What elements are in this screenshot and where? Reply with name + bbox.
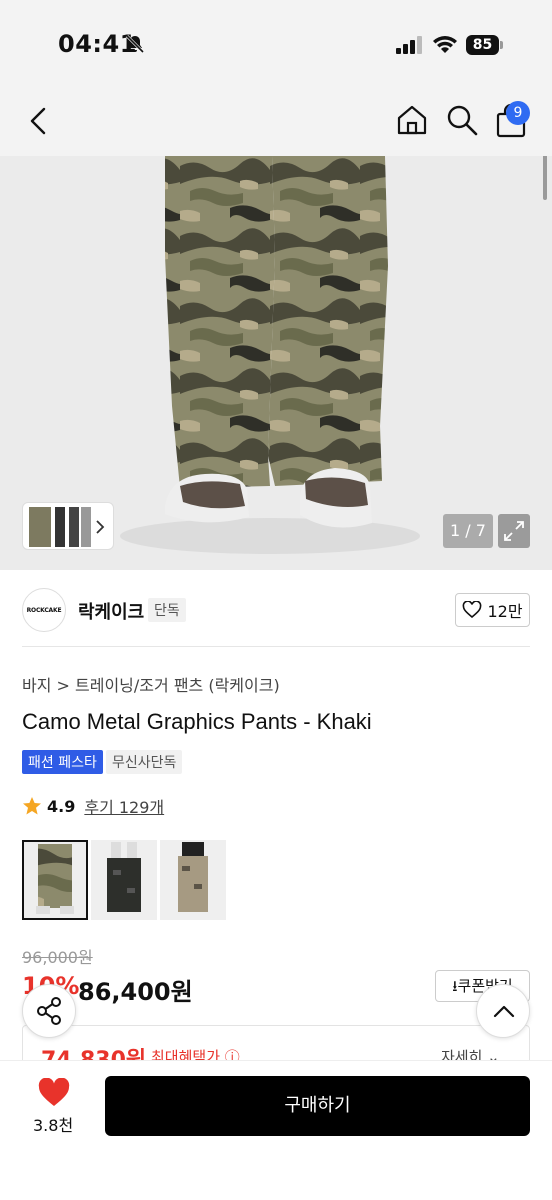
battery-level: 85 <box>466 35 499 55</box>
cart-count-badge: 9 <box>506 101 530 125</box>
favorite-count: 3.8천 <box>33 1116 74 1135</box>
like-button[interactable]: 12만 <box>455 593 530 627</box>
scroll-to-top-button[interactable] <box>476 984 530 1038</box>
brand-name[interactable]: 락케이크 <box>78 598 144 624</box>
max-benefit-row[interactable]: 74,830원 최대혜택가 ⓘ 자세히 ⌄ <box>22 1025 530 1065</box>
option-khaki-image <box>24 842 86 918</box>
top-nav <box>0 88 552 156</box>
home-icon[interactable] <box>394 102 430 138</box>
color-option-black[interactable] <box>91 840 157 920</box>
chevron-up-icon <box>493 1005 515 1018</box>
buy-button[interactable]: 구매하기 <box>105 1076 530 1136</box>
option-beige-image <box>160 840 226 920</box>
sale-price: 86,400원 <box>78 978 193 1006</box>
heart-outline-icon <box>463 601 482 619</box>
star-icon <box>23 797 41 815</box>
color-option-beige[interactable] <box>160 840 226 920</box>
page-scrollbar[interactable] <box>543 156 547 200</box>
image-counter: 1 / 7 <box>443 514 493 548</box>
share-icon <box>37 997 61 1025</box>
fashion-festa-badge: 패션 페스타 <box>22 750 103 774</box>
brand-logo[interactable]: ROCKCAKE <box>22 588 66 632</box>
wifi-icon <box>433 36 457 53</box>
thumbnail-previews <box>29 507 105 547</box>
cellular-signal-icon <box>396 36 422 54</box>
like-count: 12만 <box>487 602 523 621</box>
rating-row: 4.9 후기 129개 <box>22 794 164 818</box>
color-option-khaki[interactable] <box>22 840 88 920</box>
silent-bell-icon <box>125 34 145 54</box>
battery-nub <box>500 41 503 49</box>
expand-icon[interactable] <box>498 514 530 548</box>
chevron-right-icon <box>96 520 105 534</box>
review-link[interactable]: 후기 129개 <box>84 794 164 818</box>
search-icon[interactable] <box>444 102 480 138</box>
divider <box>22 646 530 647</box>
original-price: 96,000원 <box>22 948 93 967</box>
option-black-image <box>91 840 157 920</box>
musinsa-exclusive-badge: 무신사단독 <box>106 750 183 774</box>
back-arrow-icon[interactable] <box>24 104 54 138</box>
gallery-thumbnail-strip[interactable] <box>22 502 114 550</box>
breadcrumb[interactable]: 바지 > 트레이닝/조거 팬츠 (락케이크) <box>22 672 280 696</box>
product-title: Camo Metal Graphics Pants - Khaki <box>22 709 372 734</box>
status-bar: 04:41 85 <box>0 0 552 88</box>
rating-value: 4.9 <box>47 796 76 816</box>
brand-exclusive-tag: 단독 <box>148 598 186 622</box>
heart-filled-icon[interactable] <box>38 1078 70 1108</box>
battery-indicator: 85 <box>466 35 504 55</box>
share-button[interactable] <box>22 984 76 1038</box>
